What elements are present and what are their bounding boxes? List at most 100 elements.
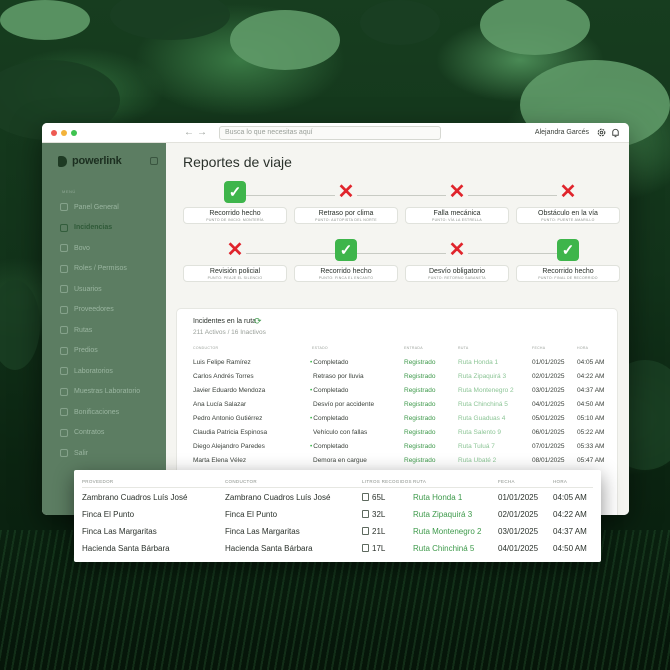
column-header-driver[interactable]: CONDUCTOR [225, 479, 257, 484]
driver-cell: Diego Alejandro Paredes [193, 443, 265, 450]
step-card[interactable]: ✕ Desvío obligatorio PUNTO: RETORNO SABAN… [405, 239, 509, 282]
route-cell[interactable]: Ruta Tuluá 7 [458, 443, 495, 450]
driver-cell: Zambrano Cuadros Luís José [225, 493, 331, 502]
minimize-window-button[interactable] [61, 129, 67, 136]
steps-row-1: ✓ Recorrido hecho PUNTO DE INICIO: MONTER… [183, 181, 620, 227]
date-cell: 03/01/2025 [498, 527, 539, 536]
sidebar-item-predios[interactable]: Predios [60, 341, 140, 362]
sidebar-item-contratos[interactable]: Contratos [60, 423, 140, 444]
back-arrow-icon[interactable]: ← [184, 127, 197, 138]
table-row[interactable]: Carlos Andrés Torres Retraso por lluvia … [193, 373, 613, 387]
sidebar-item-incidencias[interactable]: Incidencias [60, 218, 140, 239]
sidebar-item-label: Rutas [74, 326, 93, 334]
table-row[interactable]: Diego Alejandro Paredes Completado Regis… [193, 443, 613, 457]
step-label: Recorrido hecho [209, 210, 261, 217]
logout-icon [60, 449, 68, 458]
date-cell: 04/01/2025 [532, 401, 565, 408]
sidebar-item-rutas[interactable]: Rutas [60, 320, 140, 341]
sidebar-item-proveedores[interactable]: Proveedores [60, 300, 140, 321]
time-cell: 04:37 AM [553, 527, 587, 536]
record-cell: Registrado [404, 401, 436, 408]
step-card[interactable]: ✓ Recorrido hecho PUNTO: FINAL DE RECORRI… [516, 239, 620, 282]
table-row[interactable]: Zambrano Cuadros Luís José Zambrano Cuad… [74, 493, 601, 507]
step-card[interactable]: ✕ Revisión policial PUNTO: PEAJE EL SILEN… [183, 239, 287, 282]
brand[interactable]: powerlink [58, 155, 122, 167]
driver-cell: Marta Elena Vélez [193, 457, 247, 464]
column-header-driver[interactable]: CONDUCTOR [193, 346, 218, 350]
test-tube-icon [60, 387, 68, 396]
route-cell[interactable]: Ruta Guaduas 4 [458, 415, 505, 422]
step-card[interactable]: ✕ Falla mecánica PUNTO: VÍA LA ESTRELLA [405, 181, 509, 224]
cow-silhouette [0, 0, 90, 40]
sidebar-item-label: Laboratorios [74, 367, 113, 375]
provider-cell: Hacienda Santa Bárbara [82, 544, 170, 553]
cross-icon: ✕ [335, 181, 357, 203]
column-header-date[interactable]: FECHA [498, 479, 515, 484]
table-row[interactable]: Finca El Punto Finca El Punto 32L Ruta Z… [74, 510, 601, 524]
gear-icon[interactable] [596, 127, 607, 138]
step-card[interactable]: ✕ Retraso por clima PUNTO: AUTOPISTA DEL … [294, 181, 398, 224]
column-header-provider[interactable]: PROVEEDOR [82, 479, 113, 484]
sidebar-item-muestras[interactable]: Muestras Laboratorio [60, 382, 140, 403]
sidebar-item-salir[interactable]: Salir [60, 443, 140, 464]
sidebar-item-label: Contratos [74, 429, 105, 437]
users-icon [60, 285, 68, 294]
route-cell[interactable]: Ruta Salento 9 [458, 429, 501, 436]
step-card[interactable]: ✓ Recorrido hecho PUNTO: FINCA EL ENCANTO [294, 239, 398, 282]
collapse-sidebar-icon[interactable] [150, 157, 158, 165]
route-cell[interactable]: Ruta Chinchiná 5 [413, 544, 474, 553]
table-row[interactable]: Hacienda Santa Bárbara Hacienda Santa Bá… [74, 544, 601, 558]
table-row[interactable]: Finca Las Margaritas Finca Las Margarita… [74, 527, 601, 541]
route-cell[interactable]: Ruta Zipaquirá 3 [458, 373, 506, 380]
status-text: Completado [313, 359, 349, 366]
column-header-route[interactable]: RUTA [413, 479, 426, 484]
route-cell[interactable]: Ruta Ubaté 2 [458, 457, 496, 464]
route-cell[interactable]: Ruta Montenegro 2 [458, 387, 514, 394]
step-label: Desvío obligatorio [428, 268, 486, 275]
sidebar-item-label: Salir [74, 449, 89, 457]
step-location: PUNTO: RETORNO SABANETA [428, 276, 486, 280]
forward-arrow-icon[interactable]: → [197, 127, 210, 138]
sidebar-item-bonificaciones[interactable]: Bonificaciones [60, 402, 140, 423]
sidebar-item-bovo[interactable]: Bovo [60, 238, 140, 259]
sidebar-item-laboratorios[interactable]: Laboratorios [60, 361, 140, 382]
time-cell: 04:22 AM [577, 373, 605, 380]
search-input[interactable]: Busca lo que necesitas aquí [219, 126, 441, 140]
column-header-status[interactable]: ESTADO [312, 346, 328, 350]
route-cell[interactable]: Ruta Chinchiná 5 [458, 401, 508, 408]
table-row[interactable]: Javier Eduardo Mendoza Completado Regist… [193, 387, 613, 401]
table-row[interactable]: Claudia Patricia Espinosa Vehículo con f… [193, 429, 613, 443]
time-cell: 04:37 AM [577, 387, 605, 394]
sidebar-item-panel-general[interactable]: Panel General [60, 197, 140, 218]
user-name[interactable]: Alejandra Garcés [535, 129, 589, 136]
route-cell[interactable]: Ruta Zipaquirá 3 [413, 510, 472, 519]
maximize-window-button[interactable] [71, 129, 77, 136]
step-card[interactable]: ✕ Obstáculo en la vía PUNTO: PUENTE AMARI… [516, 181, 620, 224]
record-cell: Registrado [404, 457, 436, 464]
column-header-record[interactable]: ENTRADA [404, 346, 423, 350]
bell-icon[interactable] [610, 127, 621, 138]
date-cell: 02/01/2025 [532, 373, 565, 380]
sidebar-item-roles[interactable]: Roles / Permisos [60, 259, 140, 280]
column-header-time[interactable]: HORA [577, 346, 588, 350]
sidebar-item-usuarios[interactable]: Usuarios [60, 279, 140, 300]
date-cell: 08/01/2025 [532, 457, 565, 464]
table-row[interactable]: Pedro Antonio Gutiérrez Completado Regis… [193, 415, 613, 429]
route-cell[interactable]: Ruta Honda 1 [413, 493, 462, 502]
table-row[interactable]: Ana Lucía Salazar Desvío por accidente R… [193, 401, 613, 415]
table-row[interactable]: Luis Felipe Ramírez Completado Registrad… [193, 359, 613, 373]
column-header-route[interactable]: RUTA [458, 346, 468, 350]
sidebar-item-label: Bovo [74, 244, 90, 252]
column-header-date[interactable]: FECHA [532, 346, 545, 350]
step-card[interactable]: ✓ Recorrido hecho PUNTO DE INICIO: MONTER… [183, 181, 287, 224]
sidebar-item-label: Bonificaciones [74, 408, 120, 416]
refresh-icon[interactable]: ⟳ [254, 316, 262, 327]
column-header-time[interactable]: HORA [553, 479, 567, 484]
column-header-liters[interactable]: LITROS RECOGIDOS [362, 479, 412, 484]
liters-value: 32L [372, 510, 386, 519]
table-row[interactable]: Marta Elena Vélez Demora en cargue Regis… [193, 457, 613, 471]
close-window-button[interactable] [51, 129, 57, 136]
route-cell[interactable]: Ruta Montenegro 2 [413, 527, 482, 536]
record-cell: Registrado [404, 373, 436, 380]
route-cell[interactable]: Ruta Honda 1 [458, 359, 498, 366]
